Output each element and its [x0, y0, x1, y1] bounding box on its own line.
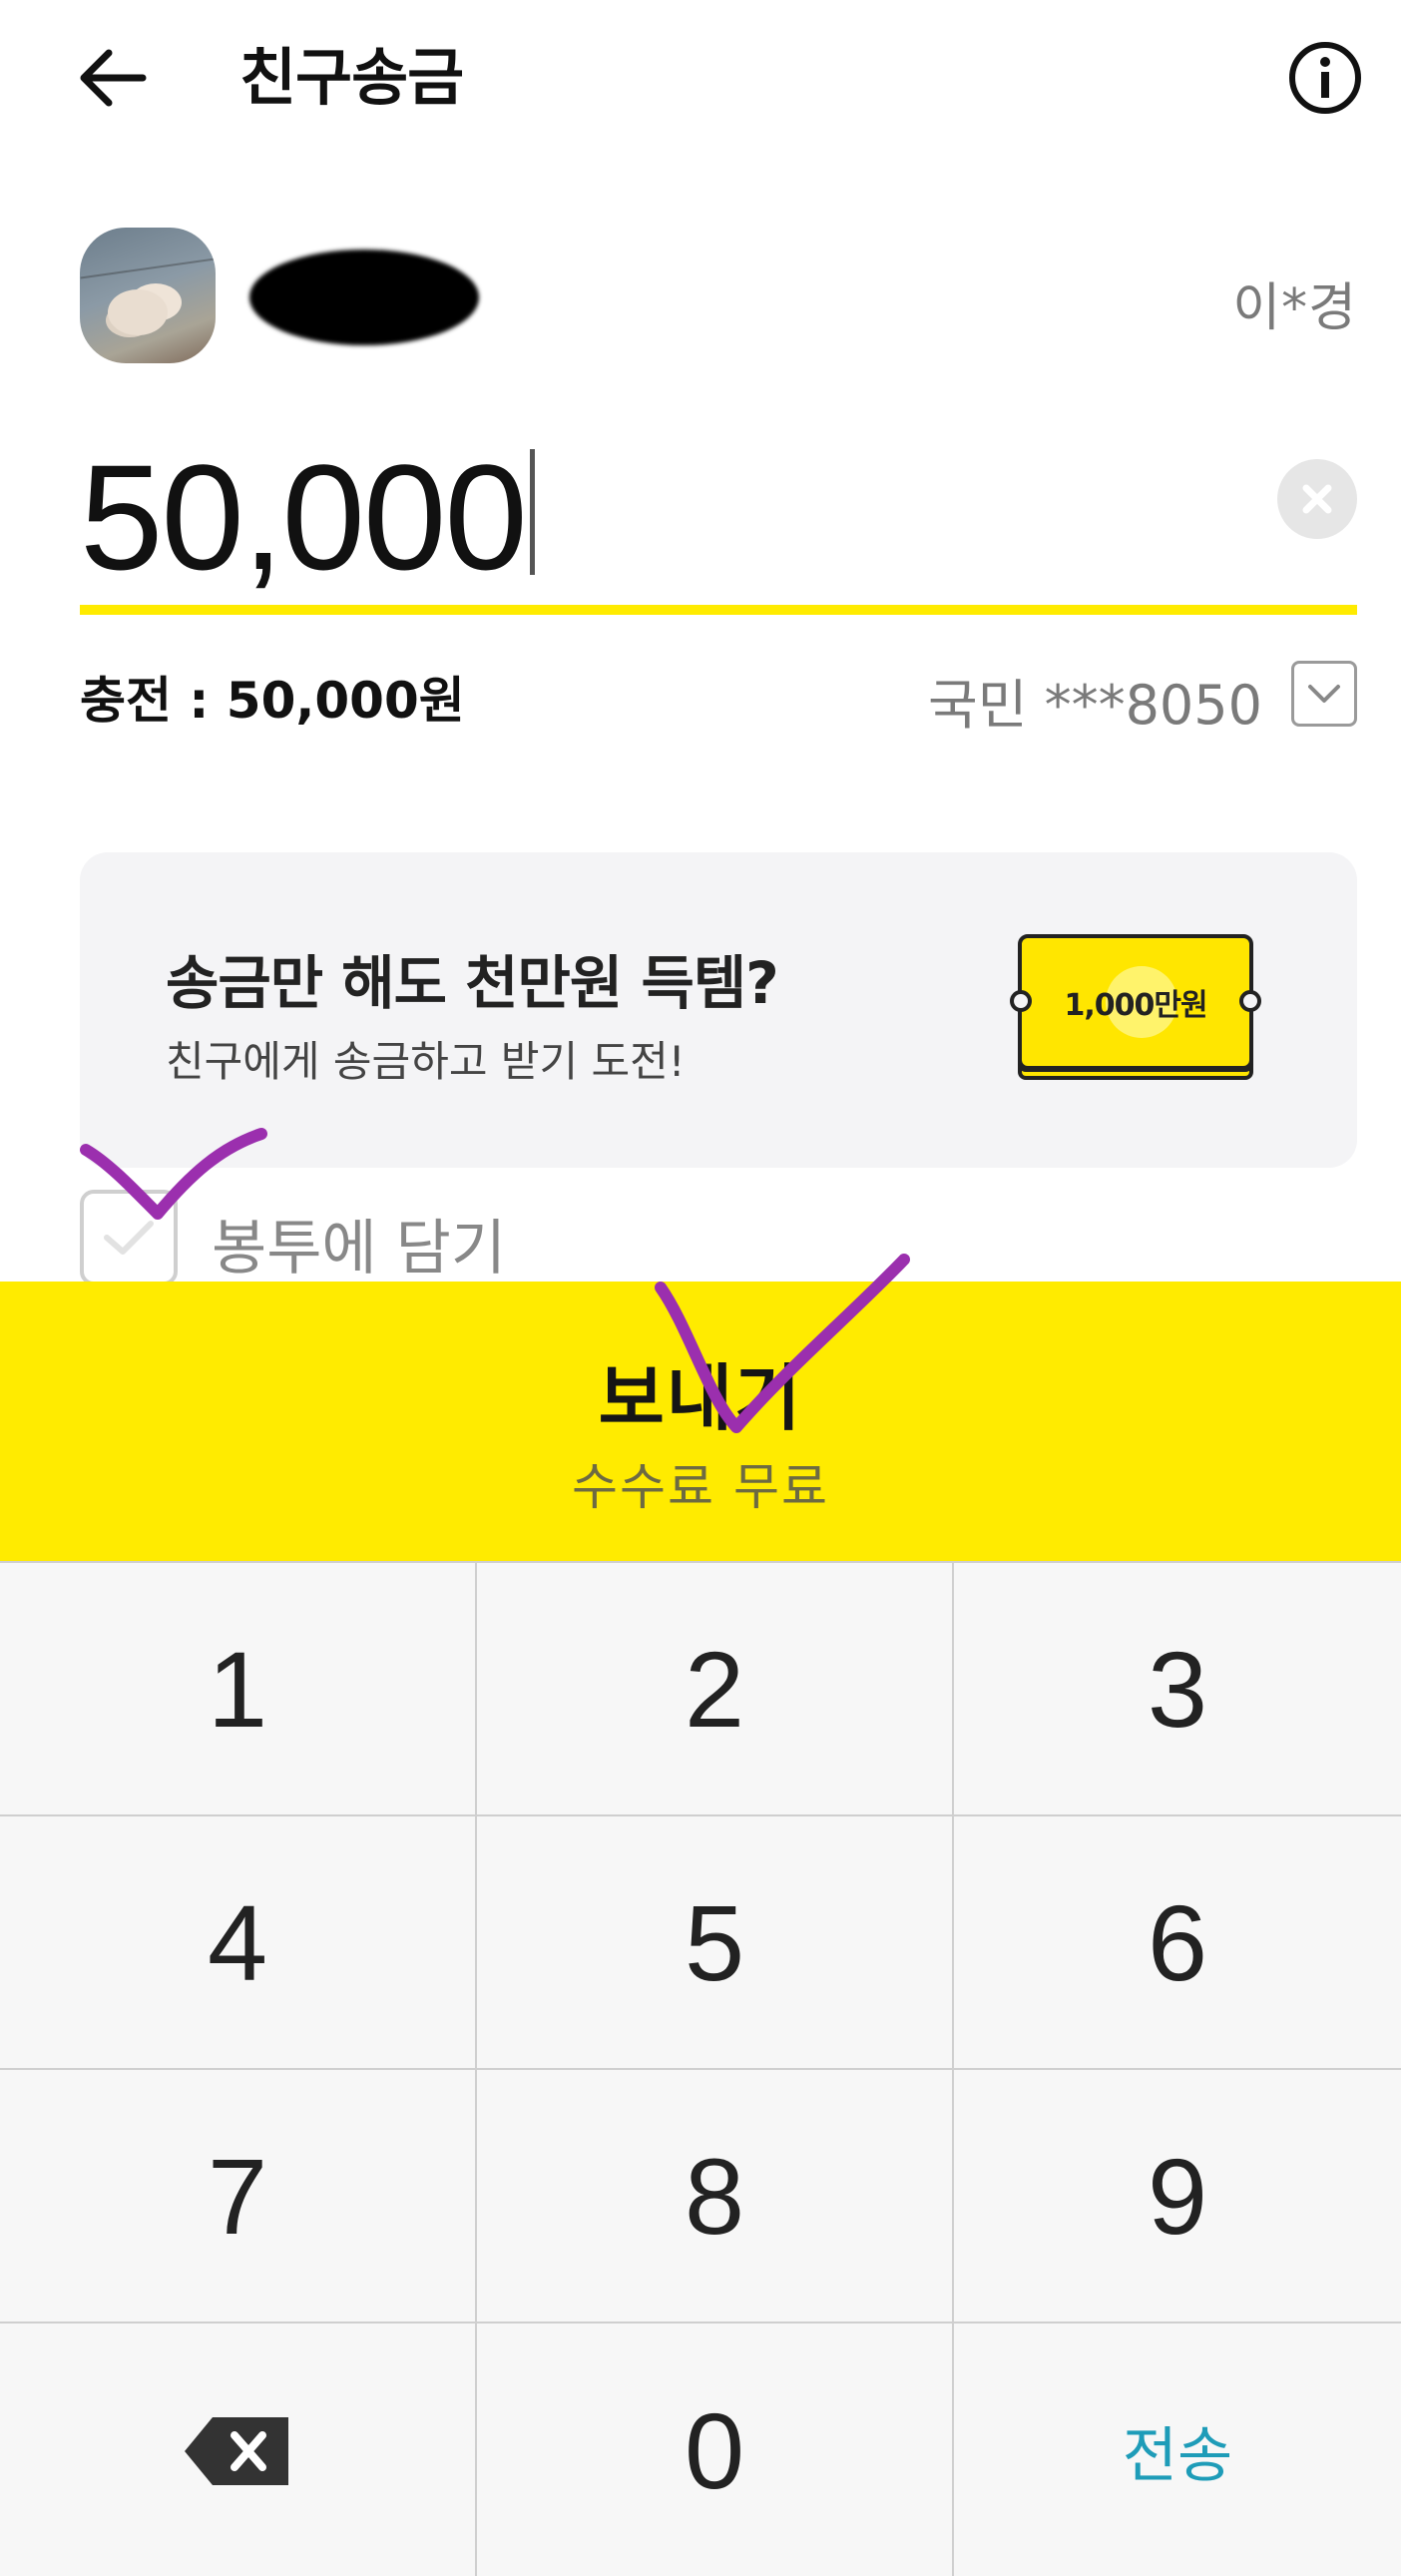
- amount-input[interactable]: 50,000: [80, 419, 1357, 615]
- amount-underline: [80, 605, 1357, 615]
- key-2[interactable]: 2: [477, 1563, 954, 1816]
- submit-key-label: 전송: [1122, 2421, 1233, 2491]
- key-4[interactable]: 4: [0, 1816, 477, 2070]
- recipient-row: 이*경: [80, 228, 1357, 363]
- avatar: [80, 228, 216, 363]
- key-label: 2: [684, 1628, 745, 1750]
- key-label: 9: [1147, 2135, 1208, 2257]
- key-1[interactable]: 1: [0, 1563, 477, 1816]
- text-caret: [529, 449, 535, 575]
- clear-amount-button[interactable]: [1277, 459, 1357, 539]
- send-button-subtitle: 수수료 무료: [572, 1458, 829, 1516]
- redacted-nickname: [249, 250, 479, 345]
- send-button[interactable]: 보내기 수수료 무료: [0, 1282, 1401, 1561]
- key-5[interactable]: 5: [477, 1816, 954, 2070]
- key-8[interactable]: 8: [477, 2070, 954, 2323]
- account-dropdown-button[interactable]: [1291, 661, 1357, 727]
- app-header: 친구송금: [0, 0, 1401, 160]
- key-label: 7: [207, 2135, 268, 2257]
- key-label: 5: [684, 1881, 745, 2003]
- arrow-left-icon: [80, 49, 147, 107]
- page-title: 친구송금: [239, 41, 464, 114]
- key-label: 3: [1147, 1628, 1208, 1750]
- key-label: 4: [207, 1881, 268, 2003]
- promo-banner[interactable]: 송금만 해도 천만원 득템? 친구에게 송금하고 받기 도전! 1,000만원: [80, 852, 1357, 1168]
- envelope-label: 봉투에 담기: [212, 1214, 507, 1284]
- envelope-checkbox[interactable]: [80, 1190, 178, 1286]
- info-circle-icon: [1289, 42, 1361, 114]
- amount-display[interactable]: 50,000: [80, 437, 535, 597]
- account-label[interactable]: 국민 ***8050: [928, 661, 1262, 740]
- ticket-text: 1,000만원: [1064, 988, 1207, 1023]
- promo-subtitle: 친구에게 송금하고 받기 도전!: [166, 1037, 686, 1086]
- back-button[interactable]: [72, 38, 152, 118]
- promo-title: 송금만 해도 천만원 득템?: [166, 949, 779, 1017]
- chevron-down-icon: [1308, 685, 1340, 703]
- send-button-label: 보내기: [598, 1356, 803, 1440]
- amount-value: 50,000: [80, 433, 528, 601]
- info-button[interactable]: [1287, 40, 1363, 116]
- check-icon: [104, 1221, 154, 1255]
- numeric-keypad: 1 2 3 4 5 6 7 8 9 0 전송: [0, 1561, 1401, 2576]
- recipient-name: 이*경: [1232, 278, 1357, 338]
- key-label: 8: [684, 2135, 745, 2257]
- key-label: 6: [1147, 1881, 1208, 2003]
- key-9[interactable]: 9: [954, 2070, 1401, 2323]
- key-7[interactable]: 7: [0, 2070, 477, 2323]
- submit-key[interactable]: 전송: [954, 2323, 1401, 2576]
- ticket-icon: 1,000만원: [1010, 934, 1261, 1084]
- key-label: 1: [207, 1628, 268, 1750]
- key-3[interactable]: 3: [954, 1563, 1401, 1816]
- key-label: 0: [684, 2390, 745, 2511]
- charge-amount-label: 충전 : 50,000원: [80, 672, 465, 730]
- charge-row: 충전 : 50,000원 국민 ***8050: [80, 653, 1357, 737]
- backspace-icon: [185, 2416, 288, 2485]
- key-0[interactable]: 0: [477, 2323, 954, 2576]
- envelope-option[interactable]: 봉투에 담기: [80, 1188, 679, 1288]
- key-6[interactable]: 6: [954, 1816, 1401, 2070]
- delete-key[interactable]: [0, 2323, 477, 2576]
- close-icon: [1302, 484, 1332, 514]
